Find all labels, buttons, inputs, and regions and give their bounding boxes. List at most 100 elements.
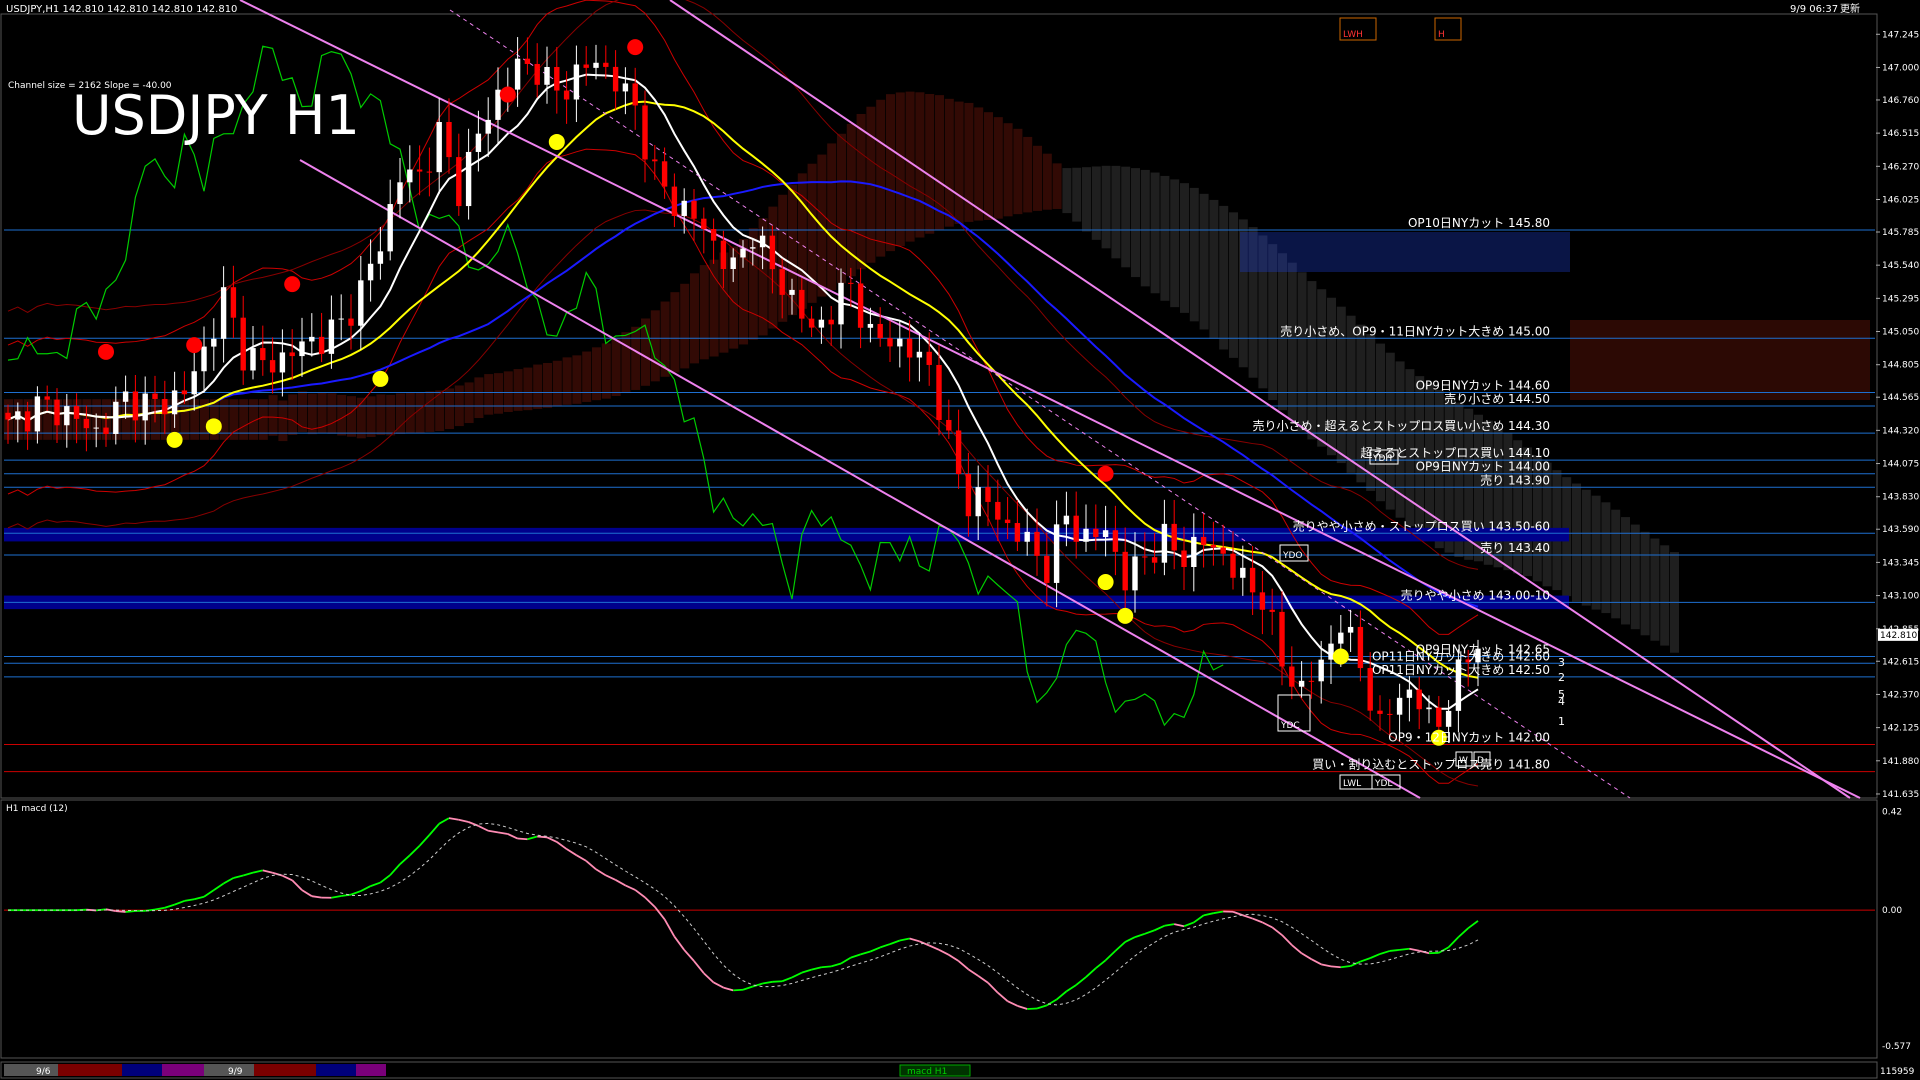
cloud-bar [219,399,229,440]
candle-body [1093,528,1099,538]
candle-body [1044,555,1050,583]
candle-body [1249,567,1256,593]
candle-body [730,257,736,269]
cloud-bar [1033,145,1042,211]
cloud-bar [1062,168,1072,214]
candle-body [1240,567,1246,578]
candle-body [132,391,139,421]
candle-body [975,487,981,517]
price-tick-label: 141.635 [1882,790,1919,800]
cloud-bar [180,399,190,440]
fib-label: 4 [1558,695,1565,708]
cloud-bar [258,399,268,440]
price-tick-label: 142.370 [1882,690,1919,700]
candle-body [15,411,21,420]
candle-body [1210,544,1217,548]
candle-body [338,318,344,320]
sell-signal-marker [284,276,301,293]
candle-body [946,419,952,431]
cloud-bar [1101,165,1111,249]
candle-body [181,390,188,395]
candle-body [1269,609,1275,612]
cloud-bar [523,367,533,411]
cloud-bar [121,399,131,440]
cloud-bar [1640,531,1650,636]
candle-body [122,391,129,402]
price-tick-label: 144.805 [1882,361,1919,371]
price-tick-label: 146.025 [1882,195,1919,205]
cloud-bar [337,394,347,436]
candle-body [1416,689,1422,710]
macd-segment [1399,947,1410,951]
macd-tab[interactable]: macd H1 [907,1067,947,1077]
current-price-label: 142.810 [1880,631,1917,641]
price-tick-label: 142.125 [1882,724,1919,734]
candle-body [828,319,834,325]
cloud-bar [1287,262,1297,421]
candle-body [534,63,540,85]
cloud-bar [1003,123,1013,217]
candle-body [955,430,962,475]
candle-body [289,352,295,357]
candle-body [465,151,472,207]
candle-body [1445,710,1452,727]
candle-body [671,186,678,216]
candle-body [897,338,903,347]
candle-body [916,351,923,358]
candle-body [1436,707,1442,727]
cloud-bar [1572,483,1581,602]
cloud-bar [1111,165,1121,259]
price-tick-label: 143.590 [1882,525,1919,535]
candle-body [250,348,256,371]
candle-body [211,338,217,347]
level-annotation: 売り小さめ、OP9・11日NYカット大きめ 145.00 [1280,323,1550,338]
buy-signal-marker [1097,574,1114,591]
candle-body [1279,611,1285,667]
macd-tick-label: -0.577 [1882,1042,1911,1052]
candle-body [318,336,325,354]
level-annotation: 超えるとストップロス買い 144.10 [1361,445,1550,460]
box-label: YDO [1282,551,1303,561]
cloud-bar [582,351,592,402]
macd-segment [1330,965,1341,969]
candle-body [416,169,423,172]
candle-body [652,159,658,162]
candle-body [191,371,197,395]
candle-body [1024,531,1030,542]
cloud-bar [650,310,660,382]
cloud-bar [1209,199,1219,339]
candle-body [926,351,932,365]
candle-body [740,248,746,258]
candle-body [220,287,227,339]
price-tick-label: 145.785 [1882,228,1919,238]
candle-body [1132,556,1138,591]
fib-label: 1 [1558,715,1565,728]
cloud-bar [484,374,494,415]
cloud-bar [376,394,386,436]
price-tick-label: 145.295 [1882,294,1919,304]
candle-body [642,105,648,160]
candle-body [260,348,266,361]
sell-signal-marker [499,86,516,103]
buy-signal-marker [548,133,565,150]
price-tick-label: 143.830 [1882,493,1919,503]
cloud-bar [954,101,964,224]
cloud-bar [1150,172,1160,294]
date-label-2: 9/9 [228,1067,243,1077]
candle-body [24,411,31,432]
candle-body [240,317,246,371]
cloud-bar [876,99,886,257]
cloud-bar [1042,153,1052,210]
cloud-bar [1581,489,1591,606]
cloud-bar [690,273,699,364]
macd-segment [733,988,744,992]
price-tick-label: 147.245 [1882,30,1919,40]
cloud-bar [533,364,543,409]
buy-signal-marker [372,370,389,387]
candle-body [1230,553,1236,578]
cloud-bar [993,117,1003,219]
candle-body [73,406,80,419]
cloud-bar [366,396,376,437]
cloud-bar [1013,128,1023,215]
cloud-bar [886,94,895,252]
